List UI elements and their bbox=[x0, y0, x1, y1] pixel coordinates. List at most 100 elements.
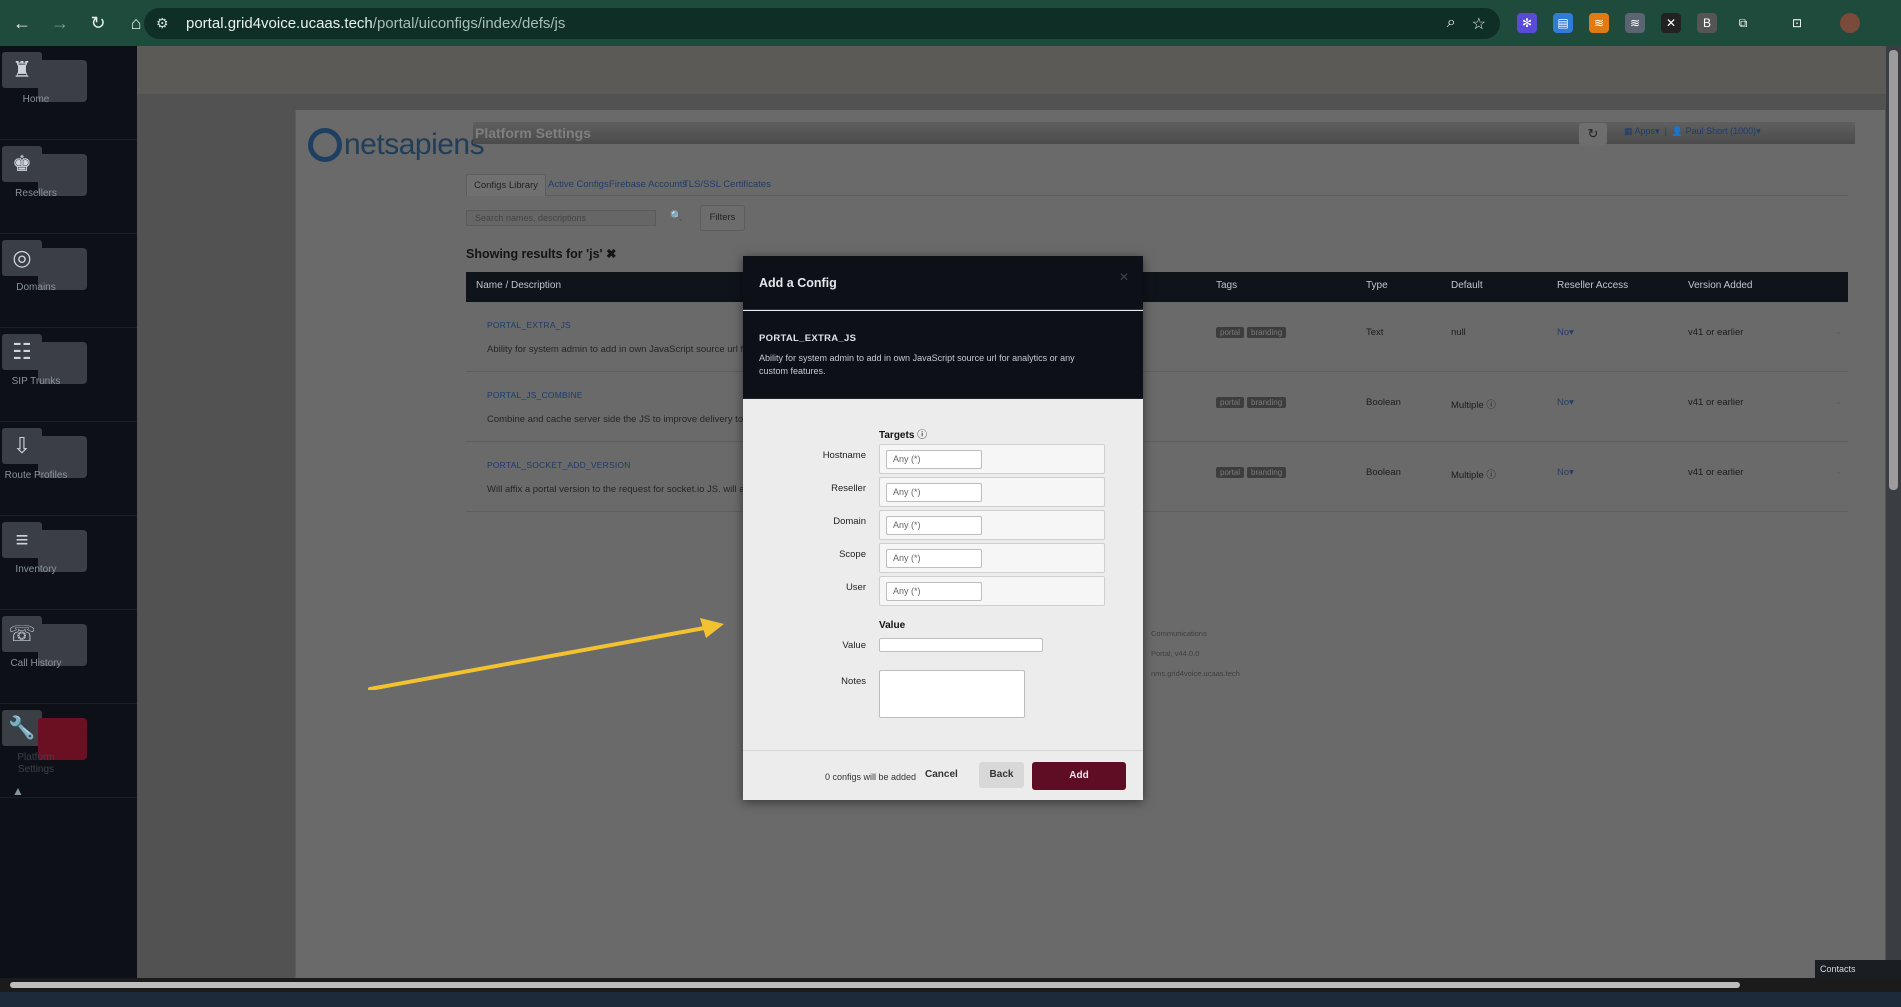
value-label: Value bbox=[842, 640, 866, 651]
profile-avatar[interactable] bbox=[1840, 13, 1860, 33]
extensions-puzzle-icon[interactable]: ⧉ bbox=[1733, 13, 1753, 33]
column-name: Name / Description bbox=[476, 280, 562, 291]
home-icon: ♜ bbox=[2, 52, 42, 88]
info-icon[interactable]: ⓘ bbox=[1486, 400, 1496, 411]
back-arrow-icon[interactable]: ← bbox=[6, 7, 38, 39]
reseller-access-dropdown[interactable]: No▾ bbox=[1557, 397, 1574, 408]
footer-version: Portal, v44.0.0 bbox=[1151, 649, 1200, 658]
collapse-up-icon[interactable]: ▲ bbox=[12, 784, 24, 798]
horizontal-scrollbar[interactable] bbox=[0, 978, 1901, 992]
row-expand-icon[interactable]: ⌄ bbox=[1835, 327, 1842, 336]
sidebar-item-call-history[interactable]: ☏ Call History bbox=[0, 610, 137, 704]
extension-toggle-icon[interactable]: ▤ bbox=[1553, 13, 1573, 33]
config-description: Will affix a portal version to the reque… bbox=[487, 484, 745, 495]
row-expand-icon[interactable]: ⌄ bbox=[1835, 467, 1842, 476]
refresh-button[interactable]: ↻ bbox=[1579, 123, 1607, 145]
cancel-button[interactable]: Cancel bbox=[925, 769, 958, 780]
column-type: Type bbox=[1366, 280, 1388, 291]
hostname-input[interactable]: Any (*) bbox=[886, 450, 982, 469]
rss-reader-icon[interactable]: ≋ bbox=[1625, 13, 1645, 33]
reseller-access-dropdown[interactable]: No▾ bbox=[1557, 467, 1574, 478]
config-name-link[interactable]: PORTAL_SOCKET_ADD_VERSION bbox=[487, 460, 631, 470]
user-input[interactable]: Any (*) bbox=[886, 582, 982, 601]
notes-label: Notes bbox=[841, 676, 866, 687]
clear-search-icon[interactable]: ✖ bbox=[606, 247, 616, 261]
extension-b-icon[interactable]: B bbox=[1697, 13, 1717, 33]
sidebar-item-home[interactable]: ♜ Home bbox=[0, 46, 137, 140]
table-row[interactable]: PORTAL_JS_COMBINE Combine and cache serv… bbox=[466, 372, 1848, 442]
close-icon[interactable]: ✕ bbox=[1119, 270, 1129, 284]
search-tabs-icon[interactable]: ⊡ bbox=[1787, 13, 1807, 33]
sidebar-item-sip-trunks[interactable]: ☷ SIP Trunks bbox=[0, 328, 137, 422]
reseller-access-dropdown[interactable]: No▾ bbox=[1557, 327, 1574, 338]
domain-label: Domain bbox=[833, 516, 866, 527]
reseller-label: Reseller bbox=[831, 483, 866, 494]
sidebar-item-inventory[interactable]: ≡ Inventory bbox=[0, 516, 137, 610]
tag-badge: portal bbox=[1216, 327, 1245, 338]
reseller-input[interactable]: Any (*) bbox=[886, 483, 982, 502]
table-row[interactable]: PORTAL_EXTRA_JS Ability for system admin… bbox=[466, 302, 1848, 372]
left-sidebar: ♜ Home ♚ Resellers ◎ Domains ☷ SIP Trunk… bbox=[0, 46, 137, 978]
annotation-arrow bbox=[368, 618, 724, 690]
extension-gear-icon[interactable]: ✻ bbox=[1517, 13, 1537, 33]
footer-host: nms.grid4voice.ucaas.tech bbox=[1151, 669, 1240, 678]
extension-x-icon[interactable]: ✕ bbox=[1661, 13, 1681, 33]
forward-arrow-icon[interactable]: → bbox=[44, 7, 76, 39]
netsapiens-logo: netsapiens bbox=[308, 128, 485, 162]
url-text: portal.grid4voice.ucaas.tech/portal/uico… bbox=[186, 15, 566, 32]
rss-icon[interactable]: ≋ bbox=[1589, 13, 1609, 33]
filters-button[interactable]: Filters bbox=[700, 205, 745, 231]
sidebar-item-label: Call History bbox=[10, 658, 62, 669]
vertical-scrollbar[interactable] bbox=[1886, 46, 1901, 978]
sidebar-item-domains[interactable]: ◎ Domains bbox=[0, 234, 137, 328]
user-target-box: Any (*) bbox=[879, 576, 1105, 606]
hostname-label: Hostname bbox=[822, 450, 866, 461]
column-version-added: Version Added bbox=[1688, 280, 1753, 291]
config-name-link[interactable]: PORTAL_EXTRA_JS bbox=[487, 320, 571, 330]
sip-trunks-icon: ☷ bbox=[2, 334, 42, 370]
domain-target-box: Any (*) bbox=[879, 510, 1105, 540]
scope-target-box: Any (*) bbox=[879, 543, 1105, 573]
sidebar-item-resellers[interactable]: ♚ Resellers bbox=[0, 140, 137, 234]
contacts-widget[interactable]: Contacts bbox=[1815, 960, 1901, 978]
targets-heading: Targets ⓘ bbox=[879, 430, 928, 441]
value-input[interactable] bbox=[879, 638, 1043, 652]
default-cell: null bbox=[1451, 327, 1466, 338]
apps-menu[interactable]: ▦ Apps▾ bbox=[1624, 126, 1660, 136]
browser-toolbar: ← → ↻ ⌂ ⚙ portal.grid4voice.ucaas.tech/p… bbox=[0, 0, 1901, 46]
tag-badge: portal bbox=[1216, 397, 1245, 408]
tag-badge: portal bbox=[1216, 467, 1245, 478]
back-button[interactable]: Back bbox=[979, 762, 1024, 788]
config-description: Combine and cache server side the JS to … bbox=[487, 414, 749, 425]
inventory-icon: ≡ bbox=[2, 522, 42, 558]
row-expand-icon[interactable]: ⌄ bbox=[1835, 397, 1842, 406]
add-button[interactable]: Add bbox=[1032, 762, 1126, 790]
footer-company: Communications bbox=[1151, 629, 1207, 638]
sidebar-item-route-profiles[interactable]: ⇩ Route Profiles bbox=[0, 422, 137, 516]
zoom-icon[interactable]: ⌕ bbox=[1447, 14, 1456, 34]
info-icon[interactable]: ⓘ bbox=[1486, 470, 1496, 481]
tag-badge: branding bbox=[1247, 397, 1287, 408]
modal-footer: 0 configs will be added Cancel Back Add bbox=[743, 750, 1143, 800]
notes-textarea[interactable] bbox=[879, 670, 1025, 718]
sidebar-item-label: Inventory bbox=[15, 564, 57, 575]
route-profiles-icon: ⇩ bbox=[2, 428, 42, 464]
os-taskbar bbox=[0, 992, 1901, 1007]
search-input[interactable]: Search names, descriptions bbox=[466, 210, 656, 226]
address-bar[interactable]: ⚙ portal.grid4voice.ucaas.tech/portal/ui… bbox=[144, 8, 1500, 39]
user-menu[interactable]: 👤 Paul Short (1000)▾ bbox=[1672, 126, 1761, 136]
tab-tls-ssl-certificates[interactable]: TLS/SSL Certificates bbox=[676, 174, 778, 196]
logo-mark-icon bbox=[308, 128, 342, 162]
tab-configs-library[interactable]: Configs Library bbox=[466, 174, 546, 196]
domain-input[interactable]: Any (*) bbox=[886, 516, 982, 535]
site-info-icon[interactable]: ⚙ bbox=[156, 15, 180, 32]
search-icon[interactable]: 🔍 bbox=[670, 211, 682, 222]
scope-input[interactable]: Any (*) bbox=[886, 549, 982, 568]
bookmark-star-icon[interactable]: ☆ bbox=[1472, 14, 1486, 34]
type-cell: Boolean bbox=[1366, 467, 1401, 478]
info-icon[interactable]: ⓘ bbox=[917, 430, 927, 441]
table-row[interactable]: PORTAL_SOCKET_ADD_VERSION Will affix a p… bbox=[466, 442, 1848, 512]
reload-icon[interactable]: ↻ bbox=[82, 7, 114, 39]
config-name-link[interactable]: PORTAL_JS_COMBINE bbox=[487, 390, 583, 400]
config-description: Ability for system admin to add in own J… bbox=[487, 344, 744, 355]
